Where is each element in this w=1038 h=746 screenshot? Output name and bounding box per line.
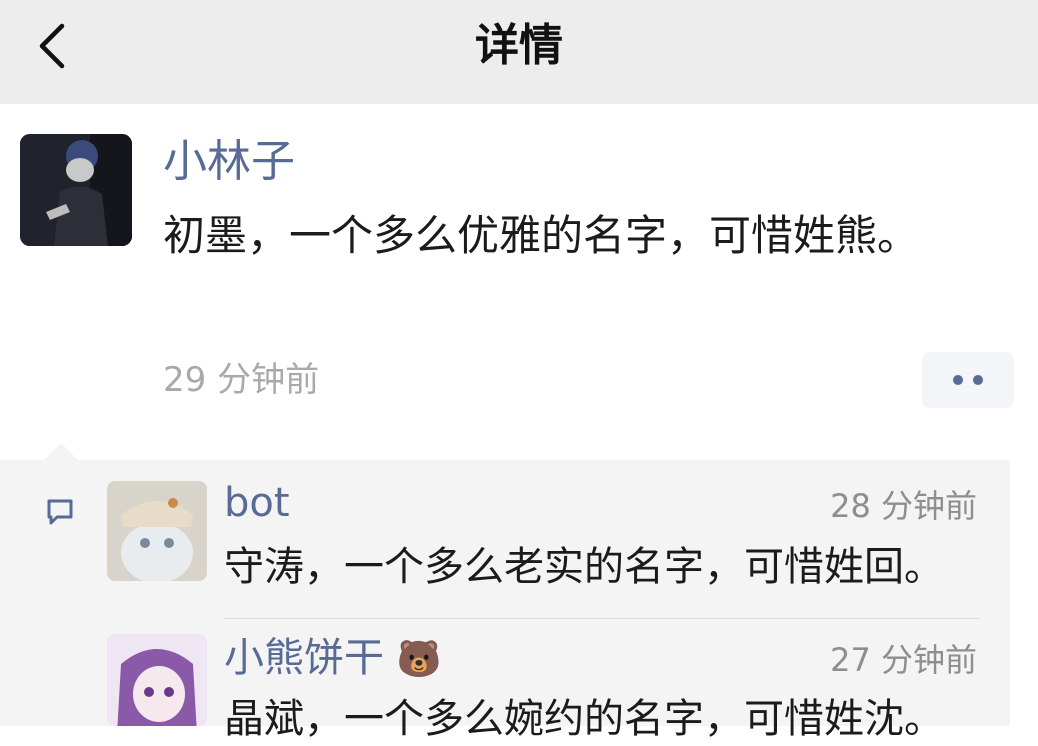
comment-author-name[interactable]: 小熊饼干 🐻 xyxy=(224,632,442,686)
comment-author-label: 小熊饼干 xyxy=(224,635,384,681)
post-content: 初墨，一个多么优雅的名字，可惜姓熊。 xyxy=(163,211,920,260)
comment-text: 守涛，一个多么老实的名字，可惜姓回。 xyxy=(224,544,944,590)
post-author-name[interactable]: 小林子 xyxy=(163,132,295,192)
navigation-bar: 详情 xyxy=(0,0,1038,104)
comment-author-name[interactable]: bot xyxy=(224,477,290,529)
comment-divider xyxy=(224,618,980,619)
more-dots-icon xyxy=(948,375,988,385)
comments-caret xyxy=(44,443,78,460)
post-timestamp: 29 分钟前 xyxy=(163,360,320,400)
comment-text: 晶斌，一个多么婉约的名字，可惜姓沈。 xyxy=(224,696,944,742)
avatar-image xyxy=(20,134,132,246)
bear-emoji-icon: 🐻 xyxy=(396,639,442,680)
author-avatar[interactable] xyxy=(20,134,132,246)
comment-avatar[interactable] xyxy=(107,481,207,581)
comment-timestamp: 28 分钟前 xyxy=(830,487,977,525)
comment-timestamp: 27 分钟前 xyxy=(830,641,977,679)
more-actions-button[interactable] xyxy=(922,352,1014,408)
comment-avatar[interactable] xyxy=(107,634,207,726)
comment-bubble-icon xyxy=(47,499,73,525)
avatar-image xyxy=(107,481,207,581)
page-title: 详情 xyxy=(475,20,563,71)
avatar-image xyxy=(107,634,207,726)
